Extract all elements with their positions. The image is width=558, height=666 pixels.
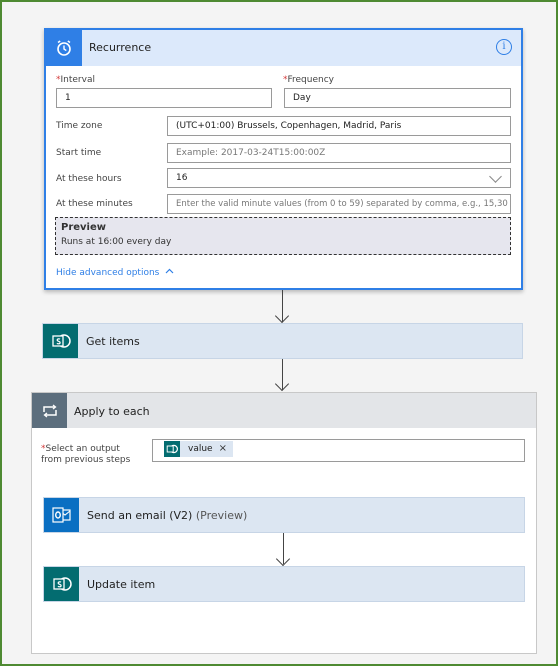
frequency-label: *Frequency [283,75,334,85]
recurrence-header[interactable]: Recurrence i [46,30,521,66]
alarm-clock-icon [46,30,82,66]
preview-text: Runs at 16:00 every day [61,237,172,247]
apply-to-each-title: Apply to each [74,405,150,418]
hide-advanced-options-link[interactable]: Hide advanced options [56,268,174,278]
send-email-card[interactable]: Send an email (V2) (Preview) [43,497,525,533]
interval-field[interactable]: 1 [56,88,272,108]
sharepoint-icon [44,567,79,601]
loop-icon [32,393,67,428]
arrow-down-icon [275,551,291,567]
schedule-preview: Preview Runs at 16:00 every day [55,217,511,255]
select-output-label: *Select an output from previous steps [41,444,131,465]
timezone-label: Time zone [56,121,103,131]
hours-select[interactable]: 16 [167,168,511,188]
minutes-label: At these minutes [56,199,133,209]
start-time-label: Start time [56,148,102,158]
hours-label: At these hours [56,174,122,184]
recurrence-title: Recurrence [89,41,152,54]
arrow-down-icon [274,308,290,324]
select-output-field[interactable]: value × [152,439,525,462]
token-label: value [188,444,213,454]
minutes-field[interactable]: Enter the valid minute values (from 0 to… [167,194,511,214]
chevron-up-icon [165,268,174,274]
designer-canvas: Recurrence i *Interval 1 *Frequency Day … [0,0,558,666]
recurrence-card: Recurrence i *Interval 1 *Frequency Day … [44,28,523,290]
start-time-field[interactable]: Example: 2017-03-24T15:00:00Z [167,143,511,163]
preview-title: Preview [61,222,107,233]
update-item-card[interactable]: Update item [43,566,525,602]
update-item-title: Update item [87,578,156,591]
sharepoint-icon [43,324,78,358]
apply-to-each-card: Apply to each *Select an output from prev… [31,392,537,654]
remove-token-icon[interactable]: × [219,440,233,458]
frequency-select[interactable]: Day [284,88,511,108]
outlook-icon [44,498,79,532]
interval-label: *Interval [56,75,95,85]
value-token[interactable]: value × [164,441,233,457]
get-items-title: Get items [86,335,140,348]
info-icon[interactable]: i [496,39,512,55]
apply-to-each-header[interactable]: Apply to each [32,393,536,428]
timezone-select[interactable]: (UTC+01:00) Brussels, Copenhagen, Madrid… [167,116,511,136]
chevron-down-icon [489,170,502,183]
sharepoint-icon [164,441,180,457]
get-items-card[interactable]: Get items [42,323,523,359]
send-email-title: Send an email (V2) (Preview) [87,509,248,522]
arrow-down-icon [274,376,290,392]
